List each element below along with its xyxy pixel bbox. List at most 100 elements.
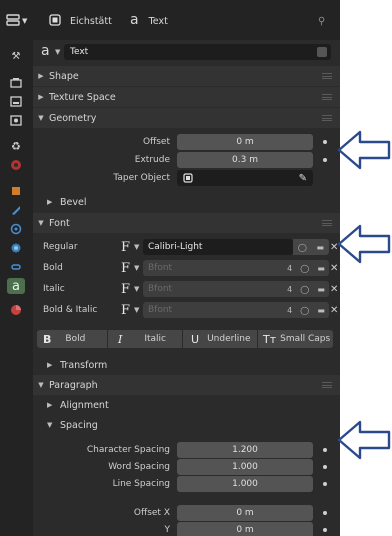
shield-icon[interactable]: ◯ bbox=[300, 306, 309, 315]
offset-x-field[interactable]: 0 m bbox=[177, 505, 313, 521]
pin-icon[interactable]: ⚲ bbox=[318, 14, 325, 28]
chevron-down-icon[interactable]: ▼ bbox=[134, 264, 139, 272]
section-bevel[interactable]: ▶ Bevel bbox=[33, 192, 340, 212]
object-icon[interactable] bbox=[7, 183, 25, 199]
close-icon[interactable]: ✕ bbox=[330, 305, 338, 316]
taper-object-label: Taper Object bbox=[113, 173, 170, 183]
world-icon[interactable] bbox=[7, 157, 25, 173]
scene-icon[interactable]: ♻ bbox=[7, 138, 25, 154]
particles-icon[interactable] bbox=[7, 221, 25, 237]
section-texture-space[interactable]: ▶ Texture Space bbox=[33, 87, 340, 107]
shield-icon[interactable]: ◯ bbox=[300, 264, 309, 273]
arrow-annotation-icon bbox=[337, 420, 391, 460]
keyframe-dot-icon[interactable] bbox=[323, 448, 327, 452]
chevron-down-icon[interactable]: ▼ bbox=[134, 306, 139, 314]
italic-button[interactable]: I Italic bbox=[108, 330, 182, 348]
drag-handle-icon[interactable] bbox=[322, 115, 332, 121]
chevron-right-icon: ▶ bbox=[47, 198, 53, 206]
text-object-icon bbox=[48, 13, 62, 29]
chevron-down-icon: ▼ bbox=[38, 381, 44, 389]
section-alignment[interactable]: ▶ Alignment bbox=[33, 395, 340, 415]
small-caps-button[interactable]: Tт Small Caps bbox=[258, 330, 333, 348]
font-italic-field[interactable]: Bfont bbox=[143, 281, 293, 297]
fake-user-icon[interactable] bbox=[317, 47, 327, 57]
section-bevel-label: Bevel bbox=[60, 196, 87, 208]
drag-handle-icon[interactable] bbox=[322, 94, 332, 100]
section-transform-label: Transform bbox=[60, 359, 108, 371]
close-icon[interactable]: ✕ bbox=[330, 284, 338, 295]
properties-header: ▼ Eichstätt a Text ⚲ bbox=[0, 0, 340, 40]
section-shape-label: Shape bbox=[49, 70, 79, 82]
data-icon[interactable]: a bbox=[7, 278, 25, 294]
modifier-icon[interactable] bbox=[7, 202, 25, 218]
datablock-name-field[interactable]: Text bbox=[64, 44, 331, 60]
keyframe-dot-icon[interactable] bbox=[323, 158, 327, 162]
drag-handle-icon[interactable] bbox=[322, 73, 332, 79]
font-italic-name: Bfont bbox=[148, 284, 173, 294]
view-layer-icon[interactable] bbox=[7, 112, 25, 128]
offset-y-field[interactable]: 0 m bbox=[177, 522, 313, 536]
data-name: Text bbox=[148, 15, 168, 27]
shield-icon[interactable]: ◯ bbox=[298, 243, 307, 252]
character-spacing-field[interactable]: 1.200 bbox=[177, 442, 313, 458]
extrude-value: 0.3 m bbox=[232, 155, 258, 165]
folder-icon[interactable]: ▬ bbox=[317, 264, 325, 273]
chevron-down-icon[interactable]: ▼ bbox=[134, 285, 139, 293]
material-icon[interactable] bbox=[7, 302, 25, 318]
italic-label: Italic bbox=[144, 334, 167, 344]
shield-icon[interactable]: ◯ bbox=[300, 285, 309, 294]
section-transform[interactable]: ▶ Transform bbox=[33, 355, 340, 375]
section-shape[interactable]: ▶ Shape bbox=[33, 66, 340, 86]
section-geometry[interactable]: ▼ Geometry bbox=[33, 108, 340, 128]
properties-tabs: ⚒ ♻ a bbox=[0, 40, 33, 536]
data-name-field[interactable]: a Text bbox=[130, 12, 168, 28]
taper-object-field[interactable]: ✎ bbox=[177, 170, 313, 186]
extrude-field[interactable]: 0.3 m bbox=[177, 152, 313, 168]
font-regular-field[interactable]: Calibri-Light bbox=[143, 239, 293, 255]
bold-button[interactable]: B Bold bbox=[37, 330, 107, 348]
chevron-right-icon: ▶ bbox=[47, 361, 53, 369]
folder-icon[interactable]: ▬ bbox=[317, 285, 325, 294]
underline-button[interactable]: U Underline bbox=[183, 330, 257, 348]
font-bold-label: Bold bbox=[43, 263, 63, 273]
section-spacing-label: Spacing bbox=[60, 419, 98, 431]
drag-handle-icon[interactable] bbox=[322, 382, 332, 388]
character-spacing-label: Character Spacing bbox=[86, 445, 170, 455]
tool-icon[interactable]: ⚒ bbox=[7, 48, 25, 64]
keyframe-dot-icon[interactable] bbox=[323, 140, 327, 144]
drag-handle-icon[interactable] bbox=[322, 220, 332, 226]
keyframe-dot-icon[interactable] bbox=[323, 528, 327, 532]
font-italic-label: Italic bbox=[43, 284, 65, 294]
font-icon: F bbox=[121, 260, 131, 276]
chevron-down-icon[interactable]: ▼ bbox=[134, 243, 139, 251]
keyframe-dot-icon[interactable] bbox=[323, 511, 327, 515]
section-paragraph[interactable]: ▼ Paragraph bbox=[33, 375, 340, 395]
folder-icon[interactable]: ▬ bbox=[317, 243, 325, 252]
section-font[interactable]: ▼ Font bbox=[33, 213, 340, 233]
chevron-right-icon: ▶ bbox=[38, 93, 44, 101]
section-spacing[interactable]: ▼ Spacing bbox=[33, 415, 340, 435]
font-bold-italic-label: Bold & Italic bbox=[43, 305, 98, 315]
chevron-down-icon: ▼ bbox=[22, 17, 28, 25]
eyedropper-icon[interactable]: ✎ bbox=[299, 173, 307, 184]
folder-icon[interactable]: ▬ bbox=[317, 306, 325, 315]
constraints-icon[interactable] bbox=[7, 259, 25, 275]
font-bold-buttons: 4 ◯ ▬ bbox=[283, 260, 329, 276]
editor-type-menu[interactable]: ▼ bbox=[6, 13, 28, 28]
keyframe-dot-icon[interactable] bbox=[323, 465, 327, 469]
font-regular-label: Regular bbox=[43, 242, 78, 252]
line-spacing-field[interactable]: 1.000 bbox=[177, 476, 313, 492]
word-spacing-field[interactable]: 1.000 bbox=[177, 459, 313, 475]
chevron-down-icon: ▼ bbox=[38, 219, 44, 227]
render-icon[interactable] bbox=[7, 74, 25, 90]
font-bold-italic-field[interactable]: Bfont bbox=[143, 302, 293, 318]
output-icon[interactable] bbox=[7, 93, 25, 109]
bold-icon: B bbox=[43, 332, 52, 346]
font-row-regular: Regular F ▼ Calibri-Light ◯ ▬ ✕ bbox=[33, 237, 340, 257]
user-count: 4 bbox=[287, 305, 293, 315]
physics-icon[interactable] bbox=[7, 240, 25, 256]
offset-field[interactable]: 0 m bbox=[177, 134, 313, 150]
font-bold-field[interactable]: Bfont bbox=[143, 260, 293, 276]
object-name-field[interactable]: Eichstätt bbox=[48, 13, 112, 29]
keyframe-dot-icon[interactable] bbox=[323, 482, 327, 486]
